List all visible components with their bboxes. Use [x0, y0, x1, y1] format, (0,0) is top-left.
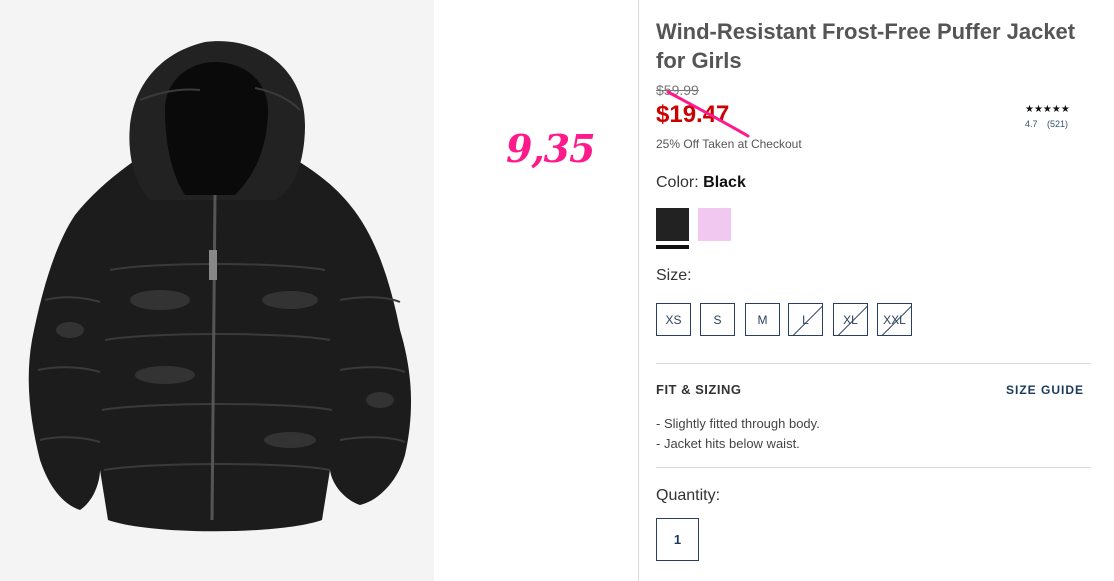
size-guide-link[interactable]: SIZE GUIDE: [1006, 383, 1084, 397]
panel-divider: [638, 0, 639, 581]
selected-color: Black: [703, 174, 746, 191]
rating-score: 4.7: [1025, 119, 1038, 129]
product-details: Wind-Resistant Frost-Free Puffer Jacket …: [656, 0, 1096, 581]
product-title: Wind-Resistant Frost-Free Puffer Jacket …: [656, 19, 1076, 73]
star-rating-icon: ★★★★★: [1025, 104, 1070, 115]
color-label: Color: Black: [656, 174, 746, 191]
annotated-price: 9,35: [506, 126, 596, 171]
quantity-input[interactable]: 1: [656, 518, 699, 561]
product-image[interactable]: [0, 0, 434, 581]
size-xxl-button[interactable]: XXL: [877, 303, 912, 336]
fit-sizing-heading: FIT & SIZING: [656, 382, 742, 397]
selected-swatch-indicator: [656, 245, 689, 249]
size-xs-button[interactable]: XS: [656, 303, 691, 336]
size-m-button[interactable]: M: [745, 303, 780, 336]
size-xl-button[interactable]: XL: [833, 303, 868, 336]
fit-list: Slightly fitted through body. Jacket hit…: [656, 414, 820, 454]
original-price: $59.99: [656, 82, 699, 98]
rating-widget[interactable]: ★★★★★ 4.7 (521): [1025, 104, 1085, 129]
color-swatch-black[interactable]: [656, 208, 689, 241]
puffer-jacket-illustration: [28, 41, 412, 532]
fit-list-item: Jacket hits below waist.: [656, 434, 820, 454]
size-label: Size:: [656, 267, 692, 284]
color-swatch-pink[interactable]: [698, 208, 731, 241]
size-l-button[interactable]: L: [788, 303, 823, 336]
size-s-button[interactable]: S: [700, 303, 735, 336]
sale-price: $19.47: [656, 101, 730, 128]
quantity-label: Quantity:: [656, 487, 721, 504]
promo-text: 25% Off Taken at Checkout: [656, 137, 802, 151]
review-count[interactable]: (521): [1047, 119, 1068, 129]
fit-list-item: Slightly fitted through body.: [656, 414, 820, 434]
section-divider: [656, 467, 1091, 468]
section-divider: [656, 363, 1091, 364]
